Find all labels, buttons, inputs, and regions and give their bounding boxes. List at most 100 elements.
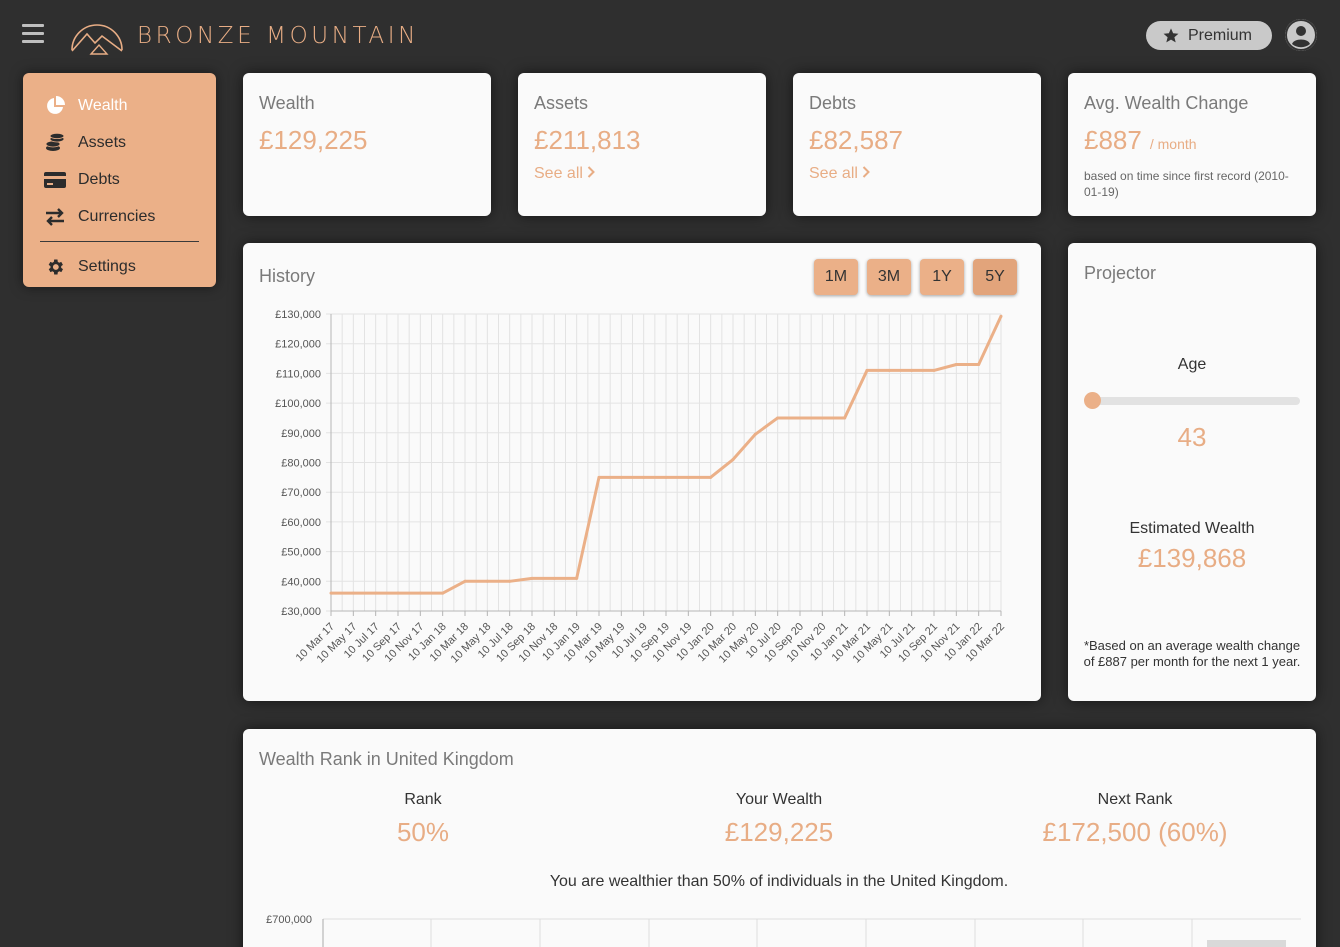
sidebar-item-label: Wealth bbox=[78, 96, 128, 114]
wealth-card: Wealth £129,225 bbox=[243, 73, 491, 216]
sidebar: Wealth Assets Debts Currencies Settings bbox=[23, 73, 216, 287]
debts-title: Debts bbox=[809, 93, 857, 113]
wealth-rank-card: Wealth Rank in United Kingdom Rank 50% Y… bbox=[243, 729, 1316, 947]
projector-title: Projector bbox=[1084, 263, 1157, 283]
wealth-data-point bbox=[954, 362, 958, 366]
history-card: History 1M 3M 1Y 5Y £30,000 £40,000 £50,00… bbox=[243, 243, 1041, 701]
wealth-data-point bbox=[686, 475, 690, 479]
estimated-wealth-value: £139,868 bbox=[1137, 543, 1247, 573]
wealth-value: £129,225 bbox=[259, 125, 368, 155]
see-all-label: See all bbox=[809, 165, 858, 182]
y-tick-label: £90,000 bbox=[281, 428, 321, 440]
wealth-data-point bbox=[619, 475, 623, 479]
mountain-logo-icon bbox=[71, 24, 123, 55]
age-label: Age bbox=[1177, 356, 1207, 373]
credit-card-icon bbox=[44, 169, 66, 191]
debts-see-all-link[interactable]: See all bbox=[809, 165, 871, 183]
debts-value: £82,587 bbox=[809, 125, 903, 155]
coins-icon bbox=[44, 132, 66, 154]
sidebar-item-wealth[interactable]: Wealth bbox=[23, 87, 216, 124]
y-tick-label: £30,000 bbox=[281, 606, 321, 618]
y-tick-label: £70,000 bbox=[281, 487, 321, 499]
sidebar-item-label: Debts bbox=[78, 170, 120, 188]
sidebar-item-settings[interactable]: Settings bbox=[23, 248, 216, 285]
y-tick-label: £80,000 bbox=[281, 458, 321, 470]
wealth-data-point bbox=[731, 458, 735, 462]
rank-chart-tick-label: £700,000 bbox=[266, 914, 312, 926]
age-slider-thumb[interactable] bbox=[1084, 392, 1101, 409]
wealth-data-point bbox=[552, 576, 556, 580]
sidebar-item-label: Settings bbox=[78, 257, 136, 275]
star-icon bbox=[1163, 28, 1179, 43]
wealth-data-point bbox=[798, 416, 802, 420]
wealth-data-point bbox=[485, 579, 489, 583]
wealth-data-point bbox=[865, 368, 869, 372]
wealth-data-point bbox=[418, 591, 422, 595]
sidebar-item-label: Currencies bbox=[78, 207, 156, 225]
premium-label: Premium bbox=[1188, 26, 1253, 44]
gear-icon bbox=[44, 256, 66, 278]
y-tick-label: £100,000 bbox=[275, 398, 321, 410]
y-tick-label: £110,000 bbox=[276, 368, 321, 380]
assets-see-all-link[interactable]: See all bbox=[534, 165, 596, 183]
projector-footnote: *Based on an average wealth change of £8… bbox=[1083, 638, 1301, 669]
wealth-data-point bbox=[642, 475, 646, 479]
avg-change-card: Avg. Wealth Change £887 / month based on … bbox=[1068, 73, 1316, 216]
wealth-title: Wealth bbox=[259, 93, 315, 113]
estimated-wealth-label: Estimated Wealth bbox=[1129, 520, 1255, 537]
y-tick-label: £60,000 bbox=[281, 517, 321, 529]
y-tick-label: £40,000 bbox=[281, 576, 321, 588]
assets-title: Assets bbox=[534, 93, 589, 113]
chevron-right-icon bbox=[588, 166, 596, 178]
wealth-data-point bbox=[396, 591, 400, 595]
wealth-data-point bbox=[441, 591, 445, 595]
sidebar-divider bbox=[40, 241, 199, 242]
age-value: 43 bbox=[1177, 422, 1207, 452]
history-line-chart: £30,000 £40,000 £50,000 £60,000 £70,000 £80,0… bbox=[275, 309, 1007, 665]
wealth-data-point bbox=[463, 579, 467, 583]
premium-button[interactable]: Premium bbox=[1146, 21, 1272, 50]
user-avatar-icon[interactable] bbox=[1285, 19, 1317, 51]
wealth-data-point bbox=[999, 314, 1003, 318]
avg-change-note: based on time since first record (2010-0… bbox=[1084, 169, 1289, 199]
avg-change-unit: / month bbox=[1149, 136, 1197, 152]
exchange-icon bbox=[44, 206, 66, 228]
wealth-data-point bbox=[508, 579, 512, 583]
wealth-data-point bbox=[597, 475, 601, 479]
y-tick-label: £130,000 bbox=[275, 309, 321, 321]
wealth-data-point bbox=[530, 576, 534, 580]
y-tick-label: £120,000 bbox=[275, 339, 321, 351]
age-slider-track[interactable] bbox=[1092, 397, 1300, 405]
wealth-data-point bbox=[820, 416, 824, 420]
wealth-data-point bbox=[329, 591, 333, 595]
wealth-data-point bbox=[709, 475, 713, 479]
avg-change-value-row: £887 / month bbox=[1084, 125, 1197, 156]
wealth-data-point bbox=[910, 368, 914, 372]
wealth-data-point bbox=[374, 591, 378, 595]
wealth-data-point bbox=[977, 362, 981, 366]
rank-chart-bar bbox=[1207, 940, 1286, 947]
wealth-data-point bbox=[575, 576, 579, 580]
sidebar-item-debts[interactable]: Debts bbox=[23, 161, 216, 198]
chevron-right-icon bbox=[863, 166, 871, 178]
sidebar-item-currencies[interactable]: Currencies bbox=[23, 198, 216, 235]
debts-card: Debts £82,587 See all bbox=[793, 73, 1041, 216]
wealth-data-point bbox=[932, 368, 936, 372]
wealth-data-point bbox=[753, 432, 757, 436]
menu-icon[interactable] bbox=[22, 24, 44, 44]
wealth-data-point bbox=[664, 475, 668, 479]
see-all-label: See all bbox=[534, 165, 583, 182]
wealth-data-point bbox=[887, 368, 891, 372]
wealth-data-point bbox=[776, 416, 780, 420]
rank-distribution-chart: £700,000 bbox=[266, 914, 1301, 947]
avg-change-value: £887 bbox=[1084, 125, 1142, 155]
sidebar-item-assets[interactable]: Assets bbox=[23, 124, 216, 161]
wealth-data-point bbox=[843, 416, 847, 420]
top-bar: BRONZE MOUNTAIN Premium bbox=[0, 0, 1340, 70]
sidebar-item-label: Assets bbox=[78, 133, 127, 151]
wealth-data-point bbox=[351, 591, 355, 595]
avg-change-title: Avg. Wealth Change bbox=[1084, 93, 1249, 113]
projector-card: Projector Age 43 Estimated Wealth £139,8… bbox=[1068, 243, 1316, 701]
brand-name[interactable]: BRONZE MOUNTAIN bbox=[137, 23, 419, 49]
assets-card: Assets £211,813 See all bbox=[518, 73, 766, 216]
